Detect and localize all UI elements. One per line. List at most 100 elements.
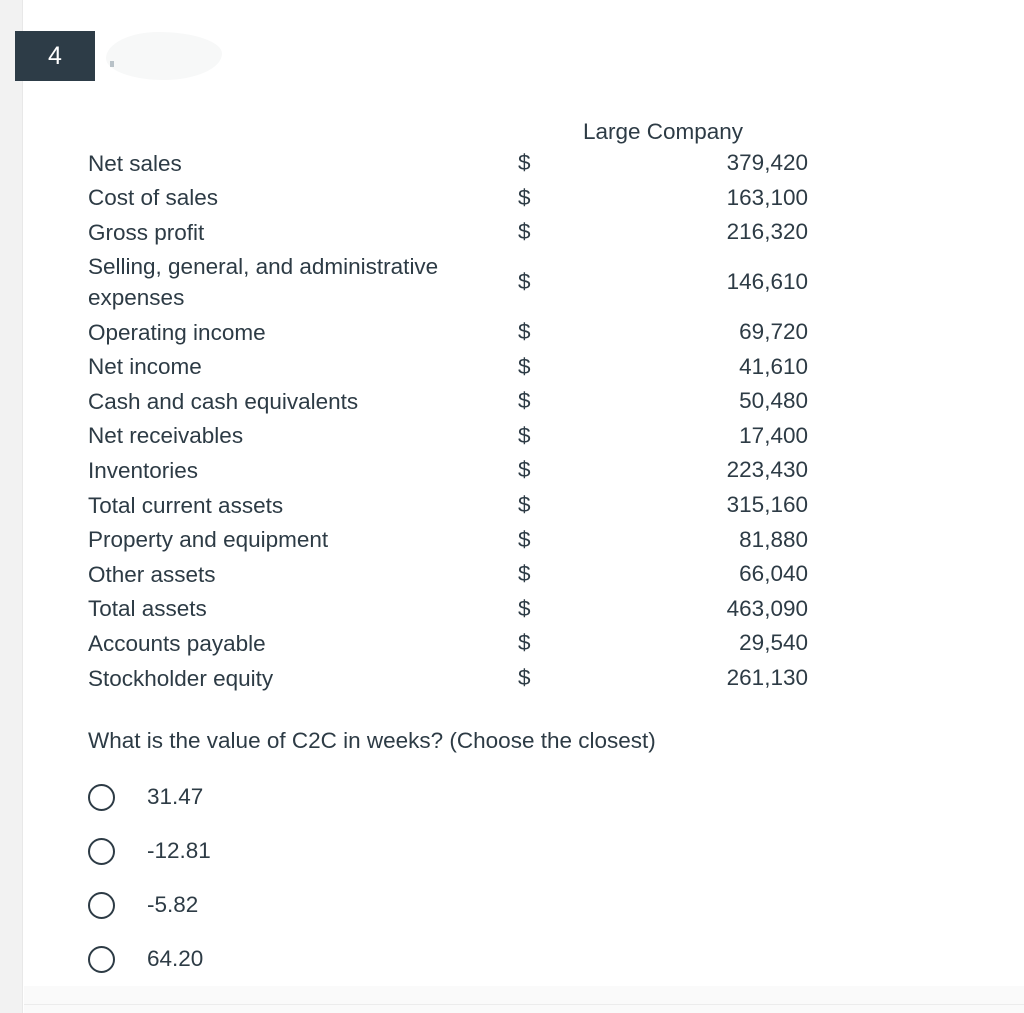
header-blank-cell (88, 118, 518, 146)
row-label-text: Gross profit (88, 219, 205, 245)
row-currency-symbol: $ (518, 184, 531, 210)
table-row: Property and equipment $81,880 (88, 522, 808, 557)
row-label-text: Net receivables (88, 423, 244, 449)
row-currency-symbol: $ (518, 353, 531, 379)
answer-option-label: -5.82 (147, 892, 199, 917)
table-row: Net income $41,610 (88, 349, 808, 384)
row-value: 17,400 (739, 422, 808, 448)
row-label-text: Cash and cash equivalents (88, 388, 359, 414)
table-row: Operating income $69,720 (88, 315, 808, 350)
table-row: Total assets $463,090 (88, 592, 808, 627)
radio-button-icon[interactable] (88, 945, 115, 973)
answer-option-3[interactable]: -5.82 (88, 878, 688, 932)
answer-option-2[interactable]: -12.81 (88, 824, 688, 878)
row-value: 29,540 (739, 630, 808, 656)
row-label: Net receivables (88, 419, 518, 454)
row-label-text: Inventories (88, 457, 199, 483)
row-value: 41,610 (739, 353, 808, 379)
row-value: 81,880 (739, 526, 808, 552)
table-row: Other assets $66,040 (88, 557, 808, 592)
row-currency-symbol: $ (518, 269, 531, 295)
row-label-text: Selling, general, and administrative exp… (88, 254, 439, 311)
answer-option-1[interactable]: 31.47 (88, 770, 688, 824)
table-row: Inventories $223,430 (88, 453, 808, 488)
row-label: Other assets (88, 557, 518, 592)
row-label: Property and equipment (88, 522, 518, 557)
row-label: Cost of sales (88, 181, 518, 216)
row-label: Total assets (88, 592, 518, 627)
bottom-tint (24, 986, 1024, 1013)
row-label-text: Total current assets (88, 492, 284, 518)
row-value: 463,090 (726, 595, 808, 621)
row-currency-symbol: $ (518, 219, 531, 245)
radio-button-icon[interactable] (88, 837, 115, 865)
row-currency-symbol: $ (518, 665, 531, 691)
row-label-text: Operating income (88, 319, 266, 345)
question-page: 4 Large Company Net sales $379,420 Cost of… (0, 0, 1024, 1013)
row-value: 69,720 (739, 319, 808, 345)
question-number-badge: 4 (15, 31, 95, 81)
row-label-text: Property and equipment (88, 527, 329, 553)
radio-button-icon[interactable] (88, 891, 115, 919)
answer-option-label: -12.81 (147, 838, 211, 863)
row-label: Net income (88, 349, 518, 384)
row-value: 223,430 (726, 457, 808, 483)
answer-option-label: 31.47 (147, 784, 204, 809)
row-value: 216,320 (726, 219, 808, 245)
row-label: Cash and cash equivalents (88, 384, 518, 419)
row-currency-symbol: $ (518, 422, 531, 448)
row-label-text: Net income (88, 354, 202, 380)
answer-option-label: 64.20 (147, 946, 204, 971)
column-header-company: Large Company (582, 119, 744, 144)
row-value: 50,480 (739, 388, 808, 414)
question-prompt: What is the value of C2C in weeks? (Choo… (88, 728, 656, 753)
answer-option-4[interactable]: 64.20 (88, 932, 688, 986)
row-label: Selling, general, and administrative exp… (88, 250, 518, 315)
radio-button-icon[interactable] (88, 783, 115, 811)
left-gutter (0, 0, 23, 1013)
row-currency-symbol: $ (518, 492, 531, 518)
row-label: Accounts payable (88, 626, 518, 661)
table-row: Cost of sales $163,100 (88, 181, 808, 216)
table-head: Large Company (88, 118, 808, 146)
row-label: Gross profit (88, 215, 518, 250)
row-label-text: Accounts payable (88, 630, 266, 656)
row-label-text: Total assets (88, 596, 207, 622)
row-currency-symbol: $ (518, 595, 531, 621)
table-body: Net sales $379,420 Cost of sales $163,100 Gr… (88, 146, 808, 695)
table-row: Net receivables $17,400 (88, 419, 808, 454)
row-currency-symbol: $ (518, 457, 531, 483)
table-row: Selling, general, and administrative exp… (88, 250, 808, 315)
row-label-text: Cost of sales (88, 185, 219, 211)
bottom-divider (24, 1004, 1024, 1005)
row-label: Total current assets (88, 488, 518, 523)
row-value: 315,160 (726, 492, 808, 518)
table-row: Net sales $379,420 (88, 146, 808, 181)
answer-options-group: 31.47 -12.81 -5.82 64.20 (88, 770, 688, 986)
table-row: Total current assets $315,160 (88, 488, 808, 523)
row-label-text: Other assets (88, 561, 216, 587)
row-currency-symbol: $ (518, 630, 531, 656)
row-currency-symbol: $ (518, 150, 531, 176)
row-label: Stockholder equity (88, 661, 518, 696)
row-value: 146,610 (726, 269, 808, 295)
row-currency-symbol: $ (518, 526, 531, 552)
row-label-text: Net sales (88, 150, 182, 176)
table-row: Cash and cash equivalents $50,480 (88, 384, 808, 419)
table-row: Stockholder equity $261,130 (88, 661, 808, 696)
row-currency-symbol: $ (518, 319, 531, 345)
row-value: 66,040 (739, 561, 808, 587)
financial-data-table: Large Company Net sales $379,420 Cost of s… (88, 118, 808, 695)
row-value: 379,420 (726, 150, 808, 176)
row-label-text: Stockholder equity (88, 665, 274, 691)
redaction-artifact (110, 61, 114, 67)
row-value: 261,130 (726, 665, 808, 691)
row-label: Inventories (88, 453, 518, 488)
table-row: Accounts payable $29,540 (88, 626, 808, 661)
row-label: Net sales (88, 146, 518, 181)
row-label: Operating income (88, 315, 518, 350)
row-value: 163,100 (726, 184, 808, 210)
row-currency-symbol: $ (518, 561, 531, 587)
table-row: Gross profit $216,320 (88, 215, 808, 250)
row-currency-symbol: $ (518, 388, 531, 414)
